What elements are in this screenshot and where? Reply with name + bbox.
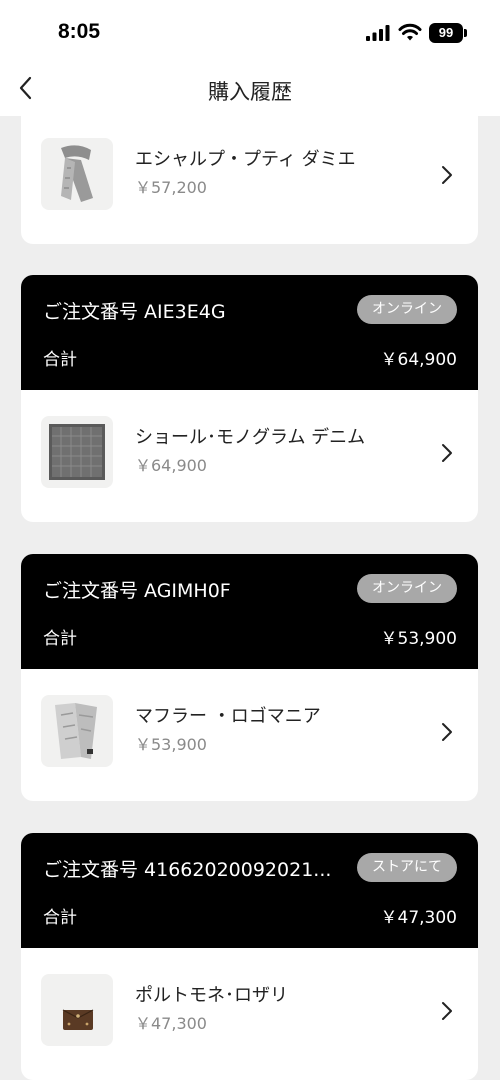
order-number: ご注文番号 AIE3E4G xyxy=(43,301,226,323)
order-item-card: ショール･モノグラム デニム ￥64,900 xyxy=(21,390,478,522)
channel-badge: ストアにて xyxy=(357,853,457,882)
order-header: ご注文番号 AGIMH0F オンライン 合計 ￥53,900 xyxy=(21,554,478,669)
product-name: マフラー ・ロゴマニア xyxy=(135,706,321,727)
order-card-partial: エシャルプ・プティ ダミエ ￥57,200 xyxy=(21,116,478,244)
chevron-right-icon xyxy=(442,444,452,462)
product-price: ￥64,900 xyxy=(135,456,207,475)
purchase-history-screen: 8:05 99 購入履歴 エシャルプ・プティ ダミエ ￥57,200 ご注文番号… xyxy=(0,0,500,1080)
order-header: ご注文番号 41662020092021... ストアにて 合計 ￥47,300 xyxy=(21,833,478,948)
wifi-icon xyxy=(398,23,422,41)
product-thumbnail xyxy=(41,974,113,1046)
order-header: ご注文番号 AIE3E4G オンライン 合計 ￥64,900 xyxy=(21,275,478,390)
order-item-card: マフラー ・ロゴマニア ￥53,900 xyxy=(21,669,478,801)
order-item-row[interactable]: エシャルプ・プティ ダミエ ￥57,200 xyxy=(21,112,478,242)
product-price: ￥57,200 xyxy=(135,178,207,197)
product-price: ￥53,900 xyxy=(135,735,207,754)
total-label: 合計 xyxy=(43,350,77,370)
total-label: 合計 xyxy=(43,908,77,928)
product-name: ショール･モノグラム デニム xyxy=(135,427,366,448)
product-thumbnail xyxy=(41,138,113,210)
product-price: ￥47,300 xyxy=(135,1014,207,1033)
product-name: ポルトモネ･ロザリ xyxy=(135,985,288,1006)
chevron-right-icon xyxy=(442,166,452,184)
chevron-right-icon xyxy=(442,723,452,741)
product-name: エシャルプ・プティ ダミエ xyxy=(135,149,356,170)
product-thumbnail xyxy=(41,416,113,488)
total-value: ￥53,900 xyxy=(380,629,457,649)
total-value: ￥64,900 xyxy=(380,350,457,370)
status-bar: 8:05 99 xyxy=(0,0,500,62)
navigation-bar: 購入履歴 xyxy=(0,62,500,116)
order-item-row[interactable]: ショール･モノグラム デニム ￥64,900 xyxy=(21,390,478,520)
order-number: ご注文番号 AGIMH0F xyxy=(43,580,231,602)
total-value: ￥47,300 xyxy=(380,908,457,928)
order-number: ご注文番号 41662020092021... xyxy=(43,859,332,881)
battery-indicator: 99 xyxy=(429,23,463,43)
total-label: 合計 xyxy=(43,629,77,649)
battery-tip xyxy=(464,29,467,37)
channel-badge: オンライン xyxy=(357,574,457,603)
order-item-row[interactable]: ポルトモネ･ロザリ ￥47,300 xyxy=(21,948,478,1078)
channel-badge: オンライン xyxy=(357,295,457,324)
page-title: 購入履歴 xyxy=(208,80,292,104)
chevron-right-icon xyxy=(442,1002,452,1020)
order-item-card: ポルトモネ･ロザリ ￥47,300 xyxy=(21,948,478,1080)
cellular-signal-icon xyxy=(366,25,390,41)
product-thumbnail xyxy=(41,695,113,767)
status-time: 8:05 xyxy=(58,20,101,43)
order-item-row[interactable]: マフラー ・ロゴマニア ￥53,900 xyxy=(21,669,478,799)
